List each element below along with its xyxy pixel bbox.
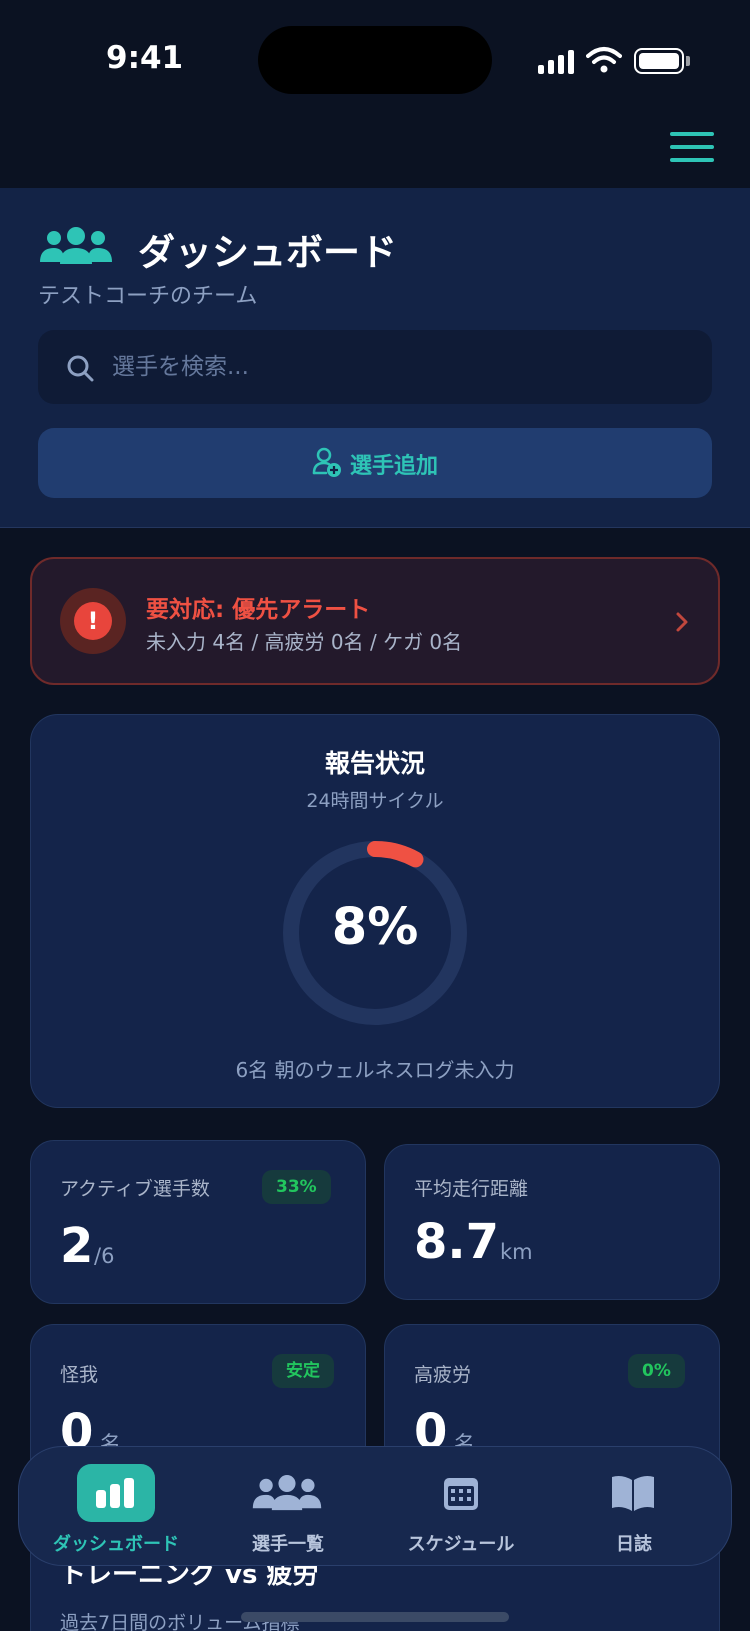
status-time: 9:41: [106, 40, 184, 76]
search-input[interactable]: [112, 348, 692, 386]
home-indicator: [241, 1612, 509, 1622]
injury-badge: 安定: [272, 1354, 334, 1388]
report-subtitle: 24時間サイクル: [306, 790, 444, 812]
alert-title: 要対応: 優先アラート: [146, 597, 371, 623]
add-user-icon: [312, 447, 341, 477]
active-players-value: 2: [60, 1218, 94, 1274]
cellular-signal-icon: [538, 50, 574, 74]
high-fatigue-badge: 0%: [628, 1354, 685, 1388]
tab-schedule[interactable]: スケジュール: [396, 1530, 526, 1556]
report-title: 報告状況: [324, 749, 425, 778]
chevron-right-icon: [676, 612, 688, 632]
exclamation-icon: !: [74, 602, 112, 640]
active-players-label: アクティブ選手数: [60, 1178, 210, 1200]
dynamic-island: [258, 26, 492, 94]
battery-tip: [686, 56, 690, 66]
team-name: テストコーチのチーム: [38, 284, 258, 309]
tab-players[interactable]: 選手一覧: [222, 1530, 354, 1556]
priority-alert-card[interactable]: [30, 557, 720, 685]
wifi-icon: [586, 47, 622, 73]
average-distance-value: 8.7: [414, 1214, 500, 1270]
active-players-unit: /6: [94, 1244, 115, 1268]
tab-journal[interactable]: 日誌: [584, 1530, 684, 1556]
battery-icon: [634, 48, 684, 74]
bar-chart-icon: [96, 1478, 134, 1508]
menu-icon[interactable]: [668, 130, 716, 164]
average-distance-label: 平均走行距離: [414, 1178, 529, 1200]
book-icon: [612, 1476, 654, 1511]
report-note: 6名 朝のウェルネスログ未入力: [235, 1058, 515, 1082]
team-icon: [40, 227, 112, 264]
injury-label: 怪我: [60, 1364, 99, 1386]
active-players-badge: 33%: [262, 1170, 331, 1204]
report-percent: 8%: [331, 898, 419, 957]
high-fatigue-label: 高疲労: [414, 1364, 472, 1386]
page-title: ダッシュボード: [138, 231, 397, 274]
search-icon: [67, 355, 94, 382]
calendar-icon: [444, 1478, 478, 1510]
team-icon: [252, 1474, 322, 1511]
average-distance-unit: km: [500, 1240, 533, 1264]
add-player-label: 選手追加: [350, 454, 439, 479]
alert-detail: 未入力 4名 / 高疲労 0名 / ケガ 0名: [146, 630, 463, 654]
tab-dashboard[interactable]: ダッシュボード: [40, 1530, 192, 1556]
